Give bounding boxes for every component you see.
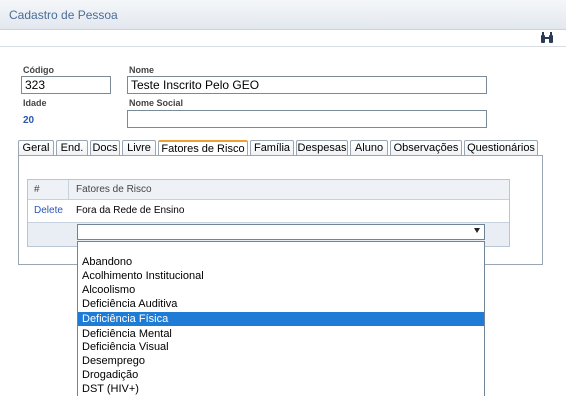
dropdown-option-selected[interactable]: Deficiência Física [78, 312, 484, 326]
tab-docs[interactable]: Docs [90, 140, 120, 156]
fatores-select[interactable] [77, 224, 485, 240]
table-row: Delete Fora da Rede de Ensino [28, 201, 509, 221]
dropdown-option[interactable]: Desemprego [78, 354, 484, 368]
tab-end[interactable]: End. [56, 140, 88, 156]
toolbar [0, 30, 566, 47]
dropdown-option[interactable]: Deficiência Visual [78, 340, 484, 354]
dropdown-option[interactable]: DST (HIV+) [78, 382, 484, 396]
tab-aluno[interactable]: Aluno [350, 140, 388, 156]
nome-label: Nome [129, 65, 155, 75]
binoculars-icon[interactable] [540, 32, 554, 44]
codigo-field[interactable] [21, 76, 111, 94]
window-title: Cadastro de Pessoa [9, 8, 118, 22]
idade-value: 20 [23, 115, 35, 126]
tab-geral[interactable]: Geral [18, 140, 54, 156]
tab-familia[interactable]: Família [250, 140, 294, 156]
codigo-label: Código [23, 65, 54, 75]
grid-header-divider [68, 180, 69, 200]
tab-observacoes[interactable]: Observações [390, 140, 462, 156]
toolbar-divider [0, 46, 566, 47]
tab-despesas[interactable]: Despesas [296, 140, 348, 156]
dropdown-arrow-icon[interactable] [474, 228, 480, 233]
window-titlebar: Cadastro de Pessoa [0, 0, 566, 30]
nome-social-field[interactable] [127, 110, 487, 128]
nome-field[interactable] [127, 76, 487, 94]
dropdown-option[interactable]: Alcoolismo [78, 283, 484, 297]
dropdown-option[interactable]: Abandono [78, 255, 484, 269]
grid-header-hash: # [34, 184, 40, 195]
nome-social-label: Nome Social [129, 98, 184, 108]
fatores-dropdown-list: Abandono Acolhimento Institucional Alcoo… [77, 241, 485, 396]
tab-livre[interactable]: Livre [122, 140, 156, 156]
grid-header: # Fatores de Risco [28, 180, 509, 200]
dropdown-option[interactable]: Drogadição [78, 368, 484, 382]
row-value: Fora da Rede de Ensino [76, 205, 185, 216]
dropdown-option[interactable]: Deficiência Auditiva [78, 297, 484, 311]
grid-header-fatores: Fatores de Risco [76, 184, 152, 195]
dropdown-option[interactable]: Acolhimento Institucional [78, 269, 484, 283]
delete-link[interactable]: Delete [34, 205, 63, 216]
tab-questionarios[interactable]: Questionários [464, 140, 538, 156]
dropdown-option[interactable]: Deficiência Mental [78, 327, 484, 341]
idade-label: Idade [23, 98, 47, 108]
